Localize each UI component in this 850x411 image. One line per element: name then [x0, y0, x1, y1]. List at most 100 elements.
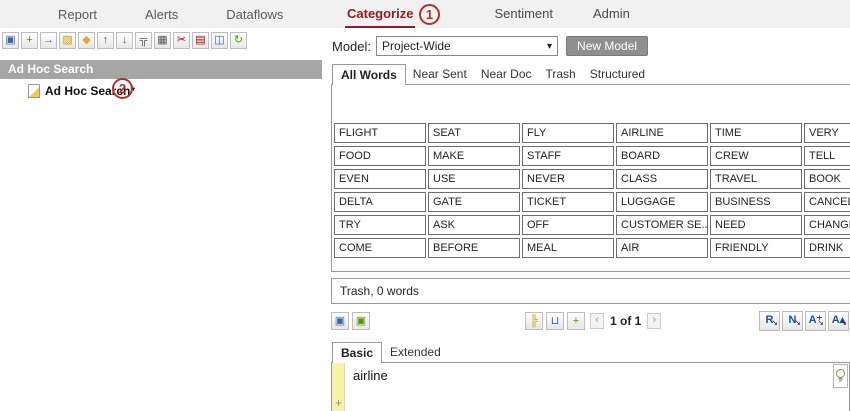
open-icon[interactable]: ▨ [59, 32, 76, 49]
word-cell[interactable]: CANCEL [804, 192, 850, 212]
tab-near-sent[interactable]: Near Sent [406, 64, 474, 84]
save-icon[interactable]: ▣ [2, 32, 19, 49]
word-cell[interactable]: BOARD [616, 146, 708, 166]
word-cell[interactable]: FOOD [334, 146, 426, 166]
word-row: FLIGHTSEATFLYAIRLINETIMEVERY [334, 123, 850, 143]
word-cell[interactable]: FLY [522, 123, 614, 143]
tab-near-doc[interactable]: Near Doc [474, 64, 539, 84]
word-cell[interactable]: CREW [710, 146, 802, 166]
tab-sentiment[interactable]: Sentiment [492, 6, 555, 28]
word-cell[interactable]: VERY [804, 123, 850, 143]
page-prev-button[interactable]: ‹ [590, 313, 604, 329]
trash-icon[interactable]: ⊔ [546, 312, 564, 330]
add-icon[interactable]: + [21, 32, 38, 49]
word-cell[interactable]: ASK [428, 215, 520, 235]
rule-tab-group: Basic Extended [332, 341, 449, 362]
word-cell[interactable]: BUSINESS [710, 192, 802, 212]
word-cell[interactable]: DRINK [804, 238, 850, 258]
run-rule-icon[interactable]: R↘ [759, 311, 780, 331]
word-cell[interactable]: EVEN [334, 169, 426, 189]
tab-all-words[interactable]: All Words [332, 64, 406, 85]
word-cell[interactable]: LUGGAGE [616, 192, 708, 212]
model-label: Model: [332, 39, 371, 54]
toolbar-center-icons: ╠⊔+ [525, 312, 588, 330]
word-cell[interactable]: AIRLINE [616, 123, 708, 143]
word-cell[interactable]: TICKET [522, 192, 614, 212]
sort-term-icon[interactable]: A▴↘ [828, 311, 849, 331]
word-cell[interactable]: FLIGHT [334, 123, 426, 143]
save-icon[interactable]: ▣ [331, 312, 349, 330]
refresh-icon[interactable]: ↻ [230, 32, 247, 49]
word-cell[interactable]: OFF [522, 215, 614, 235]
hierarchy-icon[interactable]: ╦ [135, 32, 152, 49]
tab-dataflows[interactable]: Dataflows [226, 7, 283, 22]
word-row: EVENUSENEVERCLASSTRAVELBOOK [334, 169, 850, 189]
arrow-icon: ↘ [817, 314, 824, 331]
word-cell[interactable]: TELL [804, 146, 850, 166]
word-cell[interactable]: MAKE [428, 146, 520, 166]
toolbar-right-group: R↘N↘A⁺↘A▴↘ [759, 311, 849, 331]
table-icon[interactable]: ▦ [154, 32, 171, 49]
tab-trash[interactable]: Trash [539, 64, 583, 84]
word-cell[interactable]: FRIENDLY [710, 238, 802, 258]
word-grid-panel: FLIGHTSEATFLYAIRLINETIMEVERY FOODMAKESTAF… [331, 84, 850, 272]
word-cell[interactable]: BEFORE [428, 238, 520, 258]
word-cell[interactable]: TRY [334, 215, 426, 235]
left-panel-header: Ad Hoc Search [0, 60, 322, 79]
add-term-icon[interactable]: A⁺↘ [805, 311, 826, 331]
tab-basic[interactable]: Basic [332, 342, 382, 363]
report-icon[interactable]: ▤ [192, 32, 209, 49]
word-cell[interactable]: SEAT [428, 123, 520, 143]
save-all-icon[interactable]: ▣ [352, 312, 370, 330]
word-cell[interactable]: TRAVEL [710, 169, 802, 189]
word-cell[interactable]: USE [428, 169, 520, 189]
editor-gutter: + [332, 363, 345, 411]
tag-icon[interactable]: ◆ [78, 32, 95, 49]
word-cell[interactable]: NEVER [522, 169, 614, 189]
document-icon [28, 84, 40, 98]
word-cell[interactable]: GATE [428, 192, 520, 212]
rule-editor[interactable]: + airline [331, 362, 850, 411]
word-cell[interactable]: DELTA [334, 192, 426, 212]
trash-drop-zone[interactable]: Trash, 0 words [331, 278, 850, 304]
word-cell[interactable]: TIME [710, 123, 802, 143]
word-row: DELTAGATETICKETLUGGAGEBUSINESSCANCEL [334, 192, 850, 212]
suggest-button[interactable] [833, 364, 848, 388]
tab-report[interactable]: Report [58, 7, 97, 22]
arrow-icon: ↘ [794, 314, 801, 331]
word-cell[interactable]: CHANGE [804, 215, 850, 235]
tab-alerts[interactable]: Alerts [145, 7, 178, 22]
add-line-button[interactable]: + [335, 396, 342, 410]
toolbar-center-group: ╠⊔+ ‹ 1 of 1 › [525, 312, 663, 330]
tab-structured[interactable]: Structured [583, 64, 652, 84]
word-cell[interactable]: MEAL [522, 238, 614, 258]
word-cell[interactable]: COME [334, 238, 426, 258]
word-cell[interactable]: CUSTOMER SE... [616, 215, 708, 235]
move-down-icon[interactable]: ↓ [116, 32, 133, 49]
chevron-down-icon: ▾ [547, 41, 552, 52]
word-cell[interactable]: CLASS [616, 169, 708, 189]
cut-icon[interactable]: ✂ [173, 32, 190, 49]
move-up-icon[interactable]: ↑ [97, 32, 114, 49]
word-row: TRYASKOFFCUSTOMER SE...NEEDCHANGE [334, 215, 850, 235]
page-next-button[interactable]: › [647, 313, 661, 329]
word-toolbar: ▣▣ ╠⊔+ ‹ 1 of 1 › R↘N↘A⁺↘A▴↘ [331, 309, 849, 333]
add-word-icon[interactable]: + [567, 312, 585, 330]
word-cell[interactable]: STAFF [522, 146, 614, 166]
word-cell[interactable]: AIR [616, 238, 708, 258]
tile-icon[interactable]: ◫ [211, 32, 228, 49]
new-rule-icon[interactable]: N↘ [782, 311, 803, 331]
tab-categorize[interactable]: Categorize [345, 6, 415, 28]
model-row: Model: Project-Wide ▾ New Model [332, 36, 648, 56]
editor-text[interactable]: airline [353, 368, 388, 383]
model-select[interactable]: Project-Wide ▾ [376, 36, 558, 56]
word-cell[interactable]: BOOK [804, 169, 850, 189]
export-icon[interactable]: → [40, 32, 57, 49]
tab-extended[interactable]: Extended [382, 342, 449, 362]
assign-category-icon[interactable]: ╠ [525, 312, 543, 330]
word-cell[interactable]: NEED [710, 215, 802, 235]
tab-admin[interactable]: Admin [591, 6, 632, 28]
new-model-button[interactable]: New Model [566, 36, 648, 56]
model-select-value: Project-Wide [382, 39, 451, 53]
word-row: FOODMAKESTAFFBOARDCREWTELL [334, 146, 850, 166]
